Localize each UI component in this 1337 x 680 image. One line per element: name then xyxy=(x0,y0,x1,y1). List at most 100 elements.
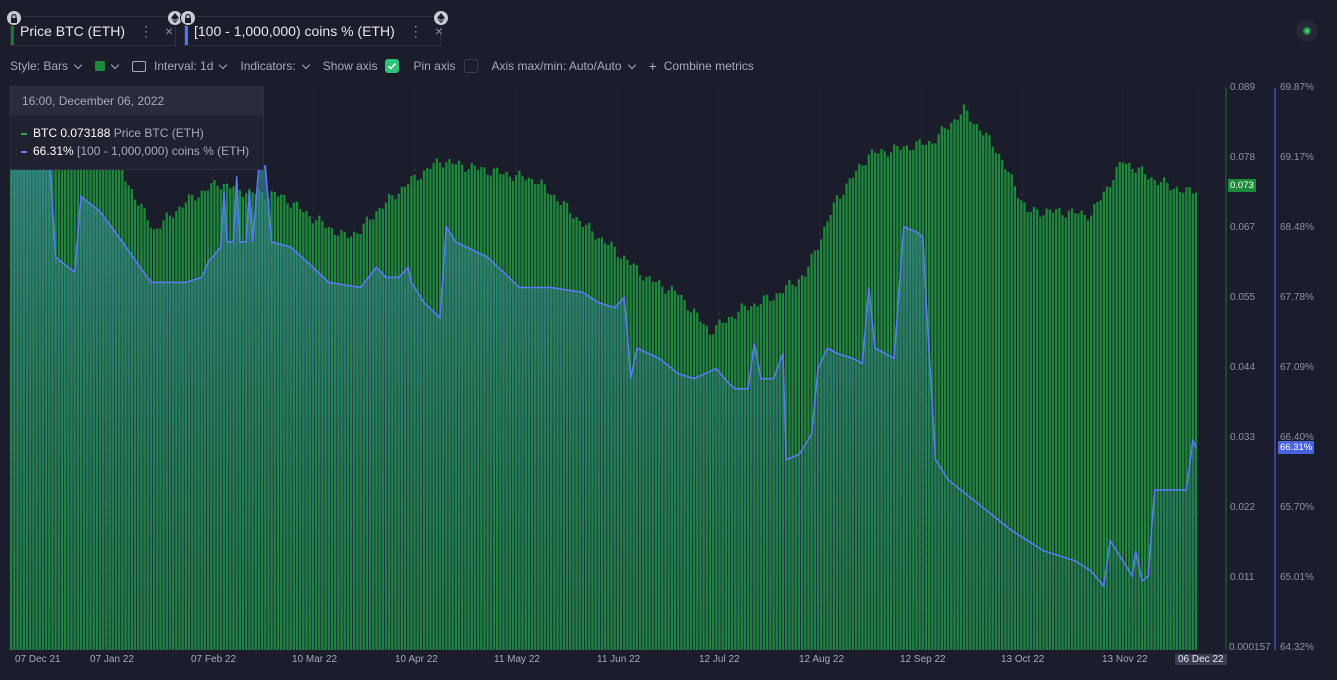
price-bar xyxy=(823,226,826,650)
price-bar xyxy=(597,237,600,651)
chevron-down-icon xyxy=(73,60,83,69)
price-bar xyxy=(972,124,975,651)
price-bar xyxy=(651,281,654,650)
price-bar xyxy=(283,195,286,651)
price-bar xyxy=(1020,200,1023,650)
price-bar xyxy=(308,216,311,650)
tab-menu-icon[interactable]: ⋮ xyxy=(409,23,423,40)
price-bar xyxy=(769,301,772,650)
price-bar xyxy=(731,316,734,650)
y-left-tick: 0.011 xyxy=(1230,572,1255,583)
show-axis-checkbox[interactable] xyxy=(385,59,400,73)
price-bar xyxy=(416,180,419,650)
price-bar xyxy=(705,325,708,650)
show-axis-toggle[interactable]: Show axis xyxy=(323,59,400,73)
price-bar xyxy=(1023,202,1026,650)
price-bar xyxy=(683,299,686,650)
price-bar xyxy=(496,167,499,650)
tab-menu-icon[interactable]: ⋮ xyxy=(139,23,153,40)
price-bar xyxy=(686,310,689,650)
price-bar xyxy=(79,142,83,650)
settings-icon[interactable] xyxy=(1296,20,1318,42)
price-bar xyxy=(1077,213,1080,651)
price-bar xyxy=(502,174,505,650)
price-bar xyxy=(1074,213,1077,650)
price-bar xyxy=(918,139,921,650)
calendar-icon xyxy=(132,60,147,72)
color-dropdown[interactable] xyxy=(95,60,120,71)
price-bar xyxy=(83,139,86,650)
price-bar xyxy=(276,196,280,650)
price-bar xyxy=(1090,215,1093,651)
price-bar xyxy=(750,306,753,650)
price-bar xyxy=(505,171,508,651)
price-bar xyxy=(1131,168,1134,651)
price-bar xyxy=(200,190,203,650)
tooltip: 16:00, December 06, 2022 BTC 0.073188 Pr… xyxy=(10,86,264,170)
grid xyxy=(9,88,1199,650)
price-bar xyxy=(143,207,146,651)
price-bar xyxy=(1096,202,1099,650)
price-bar xyxy=(943,128,947,650)
price-bar xyxy=(724,322,727,650)
price-bar xyxy=(915,141,918,650)
price-bar xyxy=(988,135,991,651)
price-bar xyxy=(238,190,241,651)
price-bar xyxy=(172,217,175,651)
pin-axis-checkbox[interactable] xyxy=(463,59,478,73)
x-tick: 11 Jun 22 xyxy=(597,654,641,665)
price-bar xyxy=(715,324,718,650)
price-bar xyxy=(848,178,851,650)
price-bar xyxy=(813,250,816,650)
price-bar xyxy=(191,194,194,651)
price-bar xyxy=(114,169,118,650)
price-bar xyxy=(470,162,473,651)
price-bar xyxy=(1061,215,1064,650)
price-bar xyxy=(76,144,79,650)
price-bar xyxy=(896,145,899,650)
price-bar xyxy=(550,194,553,650)
interval-dropdown[interactable]: Interval: 1d xyxy=(132,59,228,73)
price-bar xyxy=(334,235,337,650)
style-dropdown[interactable]: Style: Bars xyxy=(10,59,83,73)
price-bar xyxy=(422,170,426,651)
price-bar xyxy=(448,159,451,650)
price-bar xyxy=(140,203,143,650)
x-tick: 07 Feb 22 xyxy=(191,654,237,665)
price-bar xyxy=(928,140,931,651)
price-bar xyxy=(378,207,381,650)
price-bar xyxy=(248,188,251,650)
price-bar xyxy=(800,275,804,650)
price-bar xyxy=(1055,209,1058,650)
tab-price-btc[interactable]: Price BTC (ETH) ⋮ × xyxy=(10,16,176,46)
tooltip-date: 16:00, December 06, 2022 xyxy=(11,87,263,115)
price-bar xyxy=(997,153,1001,650)
price-bar xyxy=(807,266,810,650)
price-bar xyxy=(29,139,32,650)
price-bar xyxy=(92,144,95,650)
price-bar xyxy=(44,150,48,651)
price-bar xyxy=(959,114,963,651)
y-right-tick: 67.09% xyxy=(1280,362,1314,373)
chevron-down-icon xyxy=(627,60,636,69)
price-bar xyxy=(267,198,270,650)
price-bar xyxy=(985,132,988,650)
price-bar xyxy=(442,167,445,650)
price-bar xyxy=(10,120,13,650)
indicators-dropdown[interactable]: Indicators: xyxy=(240,59,311,73)
chevron-down-icon xyxy=(110,60,120,69)
x-tick: 07 Jan 22 xyxy=(90,654,134,665)
combine-metrics-button[interactable]: + Combine metrics xyxy=(649,58,754,74)
price-bar xyxy=(788,279,791,650)
price-bar xyxy=(368,219,372,650)
price-bar xyxy=(629,265,632,650)
price-bar xyxy=(775,293,778,650)
price-bar xyxy=(318,215,321,650)
axis-range-dropdown[interactable]: Axis max/min: Auto/Auto xyxy=(492,59,636,73)
tab-coins-percent[interactable]: [100 - 1,000,000) coins % (ETH) ⋮ × xyxy=(184,16,443,46)
price-bar xyxy=(816,249,820,651)
price-bar xyxy=(1093,203,1096,650)
price-bar xyxy=(1134,172,1137,650)
pin-axis-toggle[interactable]: Pin axis xyxy=(413,59,478,73)
indicators-label: Indicators: xyxy=(240,59,296,73)
